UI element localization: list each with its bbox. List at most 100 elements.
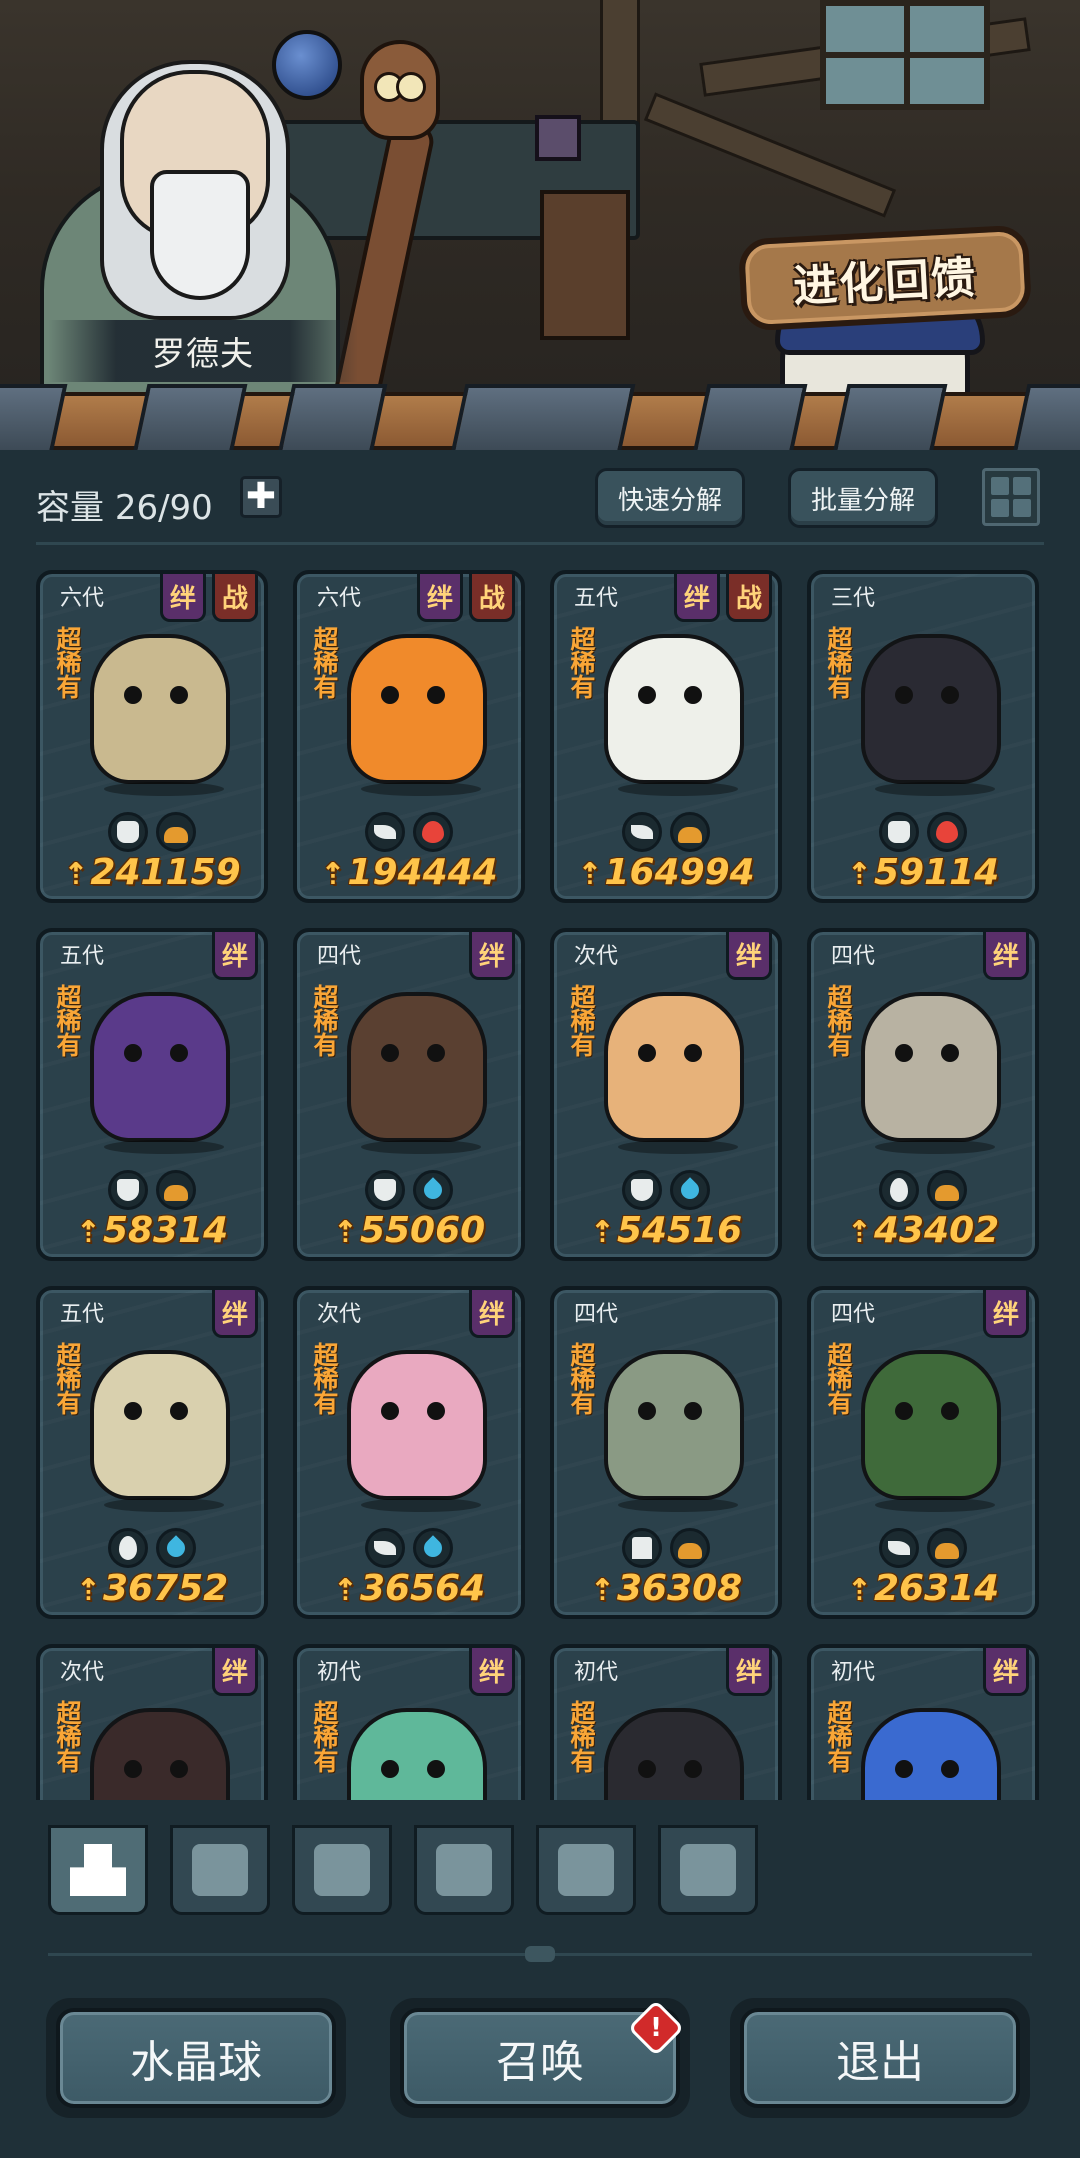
exit-label: 退出 <box>740 2008 1020 2108</box>
generation-label: 初代 <box>831 1660 876 1685</box>
monster-panel: 容量 26/90 ✚ 快速分解 批量分解 六代 超稀有战绊 ⇡241159 六代 超稀有… <box>0 450 1080 2158</box>
toolbar-divider <box>36 542 1044 545</box>
bond-tag: 绊 <box>469 1648 515 1696</box>
fist-icon <box>879 812 919 852</box>
monster-card[interactable]: 次代 超稀有 绊 ⇡54516 <box>550 928 782 1261</box>
generation-label: 四代 <box>317 944 362 969</box>
monster-card[interactable]: 四代 超稀有 绊 ⇡26314 <box>807 1286 1039 1619</box>
bond-tag: 绊 <box>983 932 1029 980</box>
water-icon <box>413 1170 453 1210</box>
monster-card[interactable]: 四代 超稀有 ⇡36308 <box>550 1286 782 1619</box>
bond-tag: 绊 <box>726 932 772 980</box>
monster-card[interactable]: 六代 超稀有 战绊 ⇡241159 <box>36 570 268 903</box>
combat-power: ⇡36752 <box>40 1568 264 1609</box>
ledge-stone <box>277 384 388 450</box>
monster-card[interactable]: 六代 超稀有 战绊 ⇡194444 <box>293 570 525 903</box>
filter-tab[interactable] <box>48 1825 148 1915</box>
battle-tag: 战 <box>212 574 258 622</box>
power-icon: ⇡ <box>320 857 346 892</box>
attribute-badges <box>811 1528 1035 1568</box>
water-icon <box>156 1528 196 1568</box>
bond-tag: 绊 <box>983 1648 1029 1696</box>
filter-tab[interactable] <box>658 1825 758 1915</box>
filter-tab[interactable] <box>536 1825 636 1915</box>
desk-leg <box>540 190 630 340</box>
monster-card[interactable]: 次代 超稀有 绊 <box>36 1644 268 1800</box>
generation-label: 五代 <box>60 1302 105 1327</box>
capacity-value: 26/90 <box>114 488 213 528</box>
combat-power: ⇡26314 <box>811 1568 1035 1609</box>
bond-tag: 绊 <box>726 1648 772 1696</box>
monster-card[interactable]: 初代 超稀有 绊 <box>293 1644 525 1800</box>
power-icon: ⇡ <box>589 1215 615 1250</box>
ground-icon <box>670 812 710 852</box>
monster-card[interactable]: 五代 超稀有 战绊 ⇡164994 <box>550 570 782 903</box>
attribute-badges <box>811 1170 1035 1210</box>
shield-icon <box>622 1170 662 1210</box>
power-icon: ⇡ <box>75 1215 101 1250</box>
monster-card[interactable]: 五代 超稀有 绊 ⇡36752 <box>36 1286 268 1619</box>
grid-icon <box>991 477 1009 495</box>
alien-icon <box>108 1528 148 1568</box>
filter-tab[interactable] <box>414 1825 514 1915</box>
ledge-stone <box>450 384 636 450</box>
ground-icon <box>156 812 196 852</box>
owl-icon <box>360 40 440 140</box>
attribute-badges <box>40 1528 264 1568</box>
summon-button[interactable]: 召唤 ! <box>390 1998 690 2118</box>
grid-view-toggle[interactable] <box>982 468 1040 526</box>
tower-icon <box>622 1528 662 1568</box>
monster-card[interactable]: 次代 超稀有 绊 ⇡36564 <box>293 1286 525 1619</box>
monster-card[interactable]: 三代 超稀有 ⇡59114 <box>807 570 1039 903</box>
grid-icon-cell <box>991 499 1009 517</box>
filter-tab[interactable] <box>170 1825 270 1915</box>
add-capacity-button[interactable]: ✚ <box>240 476 282 518</box>
combat-power: ⇡164994 <box>554 852 778 893</box>
water-icon <box>670 1170 710 1210</box>
power-icon: ⇡ <box>846 1215 872 1250</box>
combat-power-value: 55060 <box>359 1210 486 1251</box>
ledge-stone <box>132 384 248 450</box>
bond-tag: 绊 <box>983 1290 1029 1338</box>
exit-button[interactable]: 退出 <box>730 1998 1030 2118</box>
generation-label: 四代 <box>831 1302 876 1327</box>
generation-label: 初代 <box>574 1660 619 1685</box>
monster-portrait <box>604 1708 744 1800</box>
monster-card[interactable]: 初代 超稀有 绊 <box>807 1644 1039 1800</box>
generation-label: 四代 <box>831 944 876 969</box>
generation-label: 四代 <box>574 1302 619 1327</box>
bond-tag: 绊 <box>212 1648 258 1696</box>
batch-decompose-button[interactable]: 批量分解 <box>788 468 938 528</box>
water-icon <box>413 1528 453 1568</box>
quick-decompose-button[interactable]: 快速分解 <box>595 468 745 528</box>
wooden-beam <box>643 92 897 218</box>
combat-power-value: 43402 <box>873 1210 1000 1251</box>
rarity-label: 超稀有 <box>827 983 853 1060</box>
rarity-label: 超稀有 <box>570 625 596 702</box>
generation-label: 初代 <box>317 1660 362 1685</box>
shield-icon <box>365 1170 405 1210</box>
monster-card[interactable]: 初代 超稀有 绊 <box>550 1644 782 1800</box>
monster-portrait <box>347 634 487 796</box>
monster-list[interactable]: 六代 超稀有战绊 ⇡241159 六代 超稀有战绊 ⇡194444 五代 超稀有战绊 ⇡1649… <box>0 570 1080 1800</box>
monster-card[interactable]: 四代 超稀有 绊 ⇡55060 <box>293 928 525 1261</box>
monster-card[interactable]: 五代 超稀有 绊 ⇡58314 <box>36 928 268 1261</box>
bond-tag: 绊 <box>160 574 206 622</box>
crystal-ball-button[interactable]: 水晶球 <box>46 1998 346 2118</box>
npc-name-plate[interactable]: 罗德夫 <box>48 320 358 382</box>
power-icon: ⇡ <box>577 857 603 892</box>
generation-label: 次代 <box>317 1302 362 1327</box>
bond-tag: 绊 <box>212 932 258 980</box>
ledge-stone <box>692 384 808 450</box>
all-filter-icon <box>70 1844 126 1896</box>
monster-card[interactable]: 四代超稀有 绊 ⇡43402 <box>807 928 1039 1261</box>
combat-power: ⇡241159 <box>40 852 264 893</box>
generation-label: 六代 <box>60 586 105 611</box>
generation-label: 次代 <box>574 944 619 969</box>
evolution-feedback-button[interactable]: 进化回馈 <box>737 224 1033 332</box>
fist-icon <box>108 812 148 852</box>
filter-tab[interactable] <box>292 1825 392 1915</box>
combat-power: ⇡55060 <box>297 1210 521 1251</box>
monster-portrait <box>90 1350 230 1512</box>
bond-tag: 绊 <box>469 1290 515 1338</box>
